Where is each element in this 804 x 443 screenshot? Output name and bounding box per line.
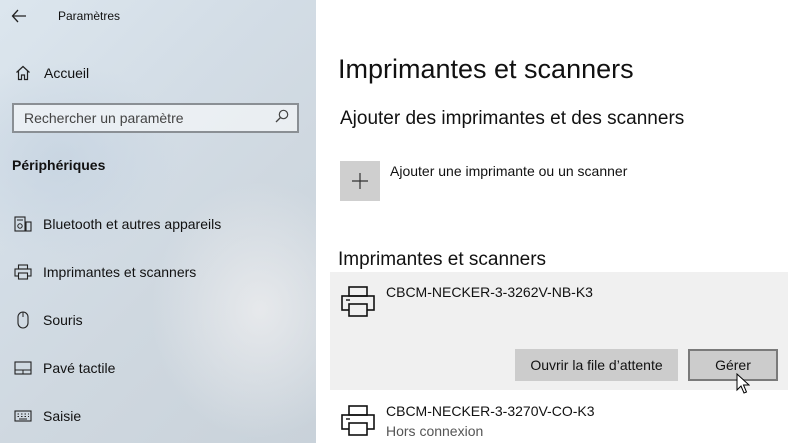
printer-icon bbox=[341, 286, 375, 317]
add-section-heading: Ajouter des imprimantes et des scanners bbox=[340, 108, 685, 129]
home-icon bbox=[0, 65, 44, 81]
touchpad-icon bbox=[0, 361, 43, 375]
back-button[interactable] bbox=[0, 0, 38, 32]
sidebar-item-touchpad[interactable]: Pavé tactile bbox=[0, 348, 316, 388]
title-bar: Paramètres bbox=[0, 0, 316, 32]
sidebar-item-label: Bluetooth et autres appareils bbox=[43, 216, 222, 232]
keyboard-speaker-icon bbox=[0, 216, 43, 232]
printer-name: CBCM-NECKER-3-3270V-CO-K3 bbox=[386, 403, 595, 419]
keyboard-icon bbox=[0, 410, 43, 422]
sidebar-item-label: Pavé tactile bbox=[43, 360, 116, 376]
page-title: Imprimantes et scanners bbox=[338, 54, 634, 84]
add-printer-label[interactable]: Ajouter une imprimante ou un scanner bbox=[390, 163, 627, 179]
sidebar: Paramètres Accueil Périphériques bbox=[0, 0, 316, 443]
section-title: Périphériques bbox=[12, 157, 106, 173]
sidebar-item-label: Saisie bbox=[43, 408, 82, 424]
sidebar-item-home[interactable]: Accueil bbox=[0, 56, 316, 90]
arrow-left-icon bbox=[11, 9, 26, 23]
add-printer-button[interactable] bbox=[340, 161, 380, 201]
main-panel: Imprimantes et scanners Ajouter des impr… bbox=[316, 0, 804, 443]
printer-item[interactable]: CBCM-NECKER-3-3270V-CO-K3 Hors connexion bbox=[340, 403, 595, 439]
open-queue-button[interactable]: Ouvrir la file d’attente bbox=[515, 349, 678, 381]
printers-heading: Imprimantes et scanners bbox=[338, 249, 547, 270]
sidebar-item-bluetooth[interactable]: Bluetooth et autres appareils bbox=[0, 204, 316, 244]
sidebar-item-mouse[interactable]: Souris bbox=[0, 300, 316, 340]
sidebar-item-label: Accueil bbox=[44, 65, 90, 81]
printer-status: Hors connexion bbox=[386, 423, 484, 439]
sidebar-item-typing[interactable]: Saisie bbox=[0, 396, 316, 436]
printer-name: CBCM-NECKER-3-3262V-NB-K3 bbox=[386, 284, 593, 300]
search-icon[interactable] bbox=[275, 109, 289, 128]
app-title: Paramètres bbox=[58, 9, 121, 23]
mouse-icon bbox=[0, 311, 43, 329]
printer-icon bbox=[0, 264, 43, 280]
printer-item[interactable]: CBCM-NECKER-3-3262V-NB-K3 bbox=[340, 284, 593, 320]
sidebar-item-printers[interactable]: Imprimantes et scanners bbox=[0, 252, 316, 292]
mouse-pointer-icon bbox=[736, 373, 750, 394]
sidebar-item-label: Imprimantes et scanners bbox=[43, 264, 197, 280]
search-input[interactable] bbox=[24, 110, 275, 126]
search-box[interactable] bbox=[12, 103, 299, 133]
sidebar-item-label: Souris bbox=[43, 312, 83, 328]
manage-button[interactable]: Gérer bbox=[688, 349, 778, 381]
plus-icon bbox=[352, 173, 368, 189]
printer-icon bbox=[341, 405, 375, 436]
